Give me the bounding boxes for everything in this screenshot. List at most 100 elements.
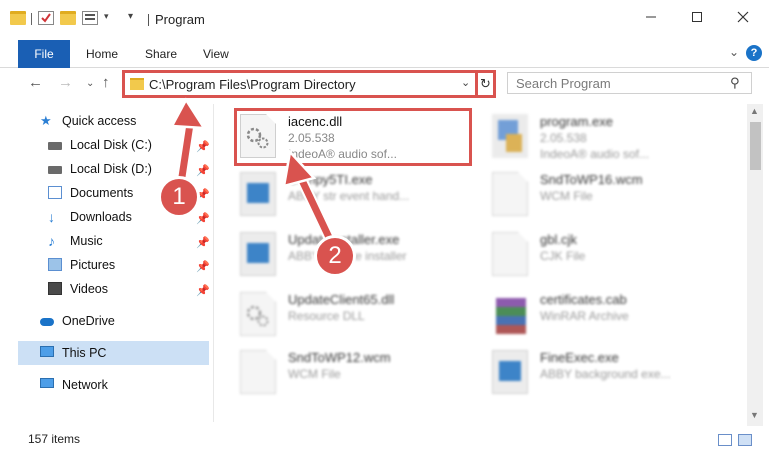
folder-icon	[10, 11, 26, 25]
doc-icon	[492, 172, 528, 216]
drive-icon	[48, 142, 62, 150]
pin-icon[interactable]: 📌	[196, 236, 210, 249]
chevron-down-icon[interactable]: ▾	[128, 11, 133, 22]
sidebar-item-label: Videos	[70, 282, 108, 296]
file-item[interactable]: UpdateInstaller.exe ABBY Update installe…	[240, 228, 490, 286]
pin-icon[interactable]: 📌	[196, 140, 210, 153]
sidebar-item-videos[interactable]: Videos	[48, 278, 210, 300]
file-item[interactable]: gbl.cjk CJK File	[492, 228, 742, 286]
app-icon	[240, 232, 276, 276]
divider	[475, 73, 478, 95]
pin-icon[interactable]: 📌	[196, 260, 210, 273]
maximize-button[interactable]	[674, 0, 720, 34]
vertical-scrollbar[interactable]: ▲ ▼	[747, 104, 763, 426]
sidebar-item-music[interactable]: ♪ Music	[48, 230, 210, 252]
computer-icon	[40, 346, 54, 357]
doc-icon	[240, 350, 276, 394]
file-name: SndToWP16.wcm	[540, 172, 643, 187]
customize-icon[interactable]	[82, 11, 98, 25]
file-item[interactable]: UpdateClient65.dll Resource DLL	[240, 288, 490, 346]
file-type: CJK File	[540, 249, 586, 263]
file-type: WCM File	[288, 367, 341, 381]
tab-home[interactable]: Home	[86, 40, 118, 68]
quick-access-dropdown-icon[interactable]: ▾	[104, 11, 109, 22]
file-item[interactable]: Compy5TI.exe ABBY str event hand...	[240, 168, 490, 226]
file-type: Resource DLL	[288, 309, 365, 323]
scrollbar-thumb[interactable]	[750, 122, 761, 170]
details-view-icon[interactable]	[718, 434, 732, 446]
app-icon	[240, 172, 276, 216]
item-count: 157 items	[28, 432, 81, 446]
pin-icon[interactable]: 📌	[196, 212, 210, 225]
sidebar-item-this-pc[interactable]: This PC	[40, 342, 210, 364]
file-name: Compy5TI.exe	[288, 172, 373, 187]
help-icon[interactable]: ?	[746, 45, 762, 61]
minimize-button[interactable]	[628, 0, 674, 34]
sidebar-item-label: Network	[62, 378, 108, 392]
search-icon[interactable]: ⚲	[730, 75, 740, 91]
new-folder-icon[interactable]	[60, 11, 76, 25]
divider	[148, 14, 149, 26]
pictures-icon	[48, 258, 62, 271]
sidebar-item-pictures[interactable]: Pictures	[48, 254, 210, 276]
tab-file[interactable]: File	[18, 40, 70, 68]
close-button[interactable]	[720, 0, 766, 34]
expand-ribbon-icon[interactable]: ⌄	[729, 45, 739, 59]
highlight-box	[234, 108, 472, 166]
file-description: ABBY background exe...	[540, 367, 671, 381]
doc-icon	[240, 292, 276, 336]
sidebar-item-label: Local Disk (C:)	[70, 138, 152, 152]
step-badge-1: 1	[158, 176, 200, 218]
file-item[interactable]: SndToWP16.wcm WCM File	[492, 168, 742, 226]
file-name: certificates.cab	[540, 292, 627, 307]
chevron-down-icon[interactable]: ⌄	[461, 76, 470, 89]
tab-share[interactable]: Share	[145, 40, 177, 68]
file-description: IndeoA® audio sof...	[540, 147, 649, 161]
sidebar-item-label: Music	[70, 234, 103, 248]
sidebar-item-label: OneDrive	[62, 314, 115, 328]
large-icons-view-icon[interactable]	[738, 434, 752, 446]
properties-icon[interactable]	[38, 11, 54, 25]
back-button[interactable]: ←	[28, 74, 43, 91]
folder-icon	[130, 78, 144, 90]
address-bar[interactable]: C:\Program Files\Program Directory ⌄ ↻	[122, 70, 496, 98]
download-icon: ↓	[48, 209, 55, 225]
scroll-down-icon[interactable]: ▼	[750, 410, 759, 420]
status-bar: 157 items	[0, 426, 769, 454]
tab-view[interactable]: View	[203, 40, 229, 68]
videos-icon	[48, 282, 62, 295]
sidebar-item-label: Documents	[70, 186, 134, 200]
sidebar-item-local-disk-c[interactable]: Local Disk (C:)	[48, 134, 210, 156]
file-name: SndToWP12.wcm	[288, 350, 391, 365]
cloud-icon	[40, 318, 54, 326]
search-box[interactable]: ⚲	[507, 72, 752, 94]
file-name: gbl.cjk	[540, 232, 577, 247]
file-item[interactable]: certificates.cab WinRAR Archive	[492, 288, 742, 346]
up-button[interactable]: ↑	[102, 74, 110, 91]
recent-locations-icon[interactable]: ⌄	[86, 78, 94, 89]
scroll-up-icon[interactable]: ▲	[750, 106, 759, 116]
file-item[interactable]: program.exe 2.05.538 IndeoA® audio sof..…	[492, 110, 742, 168]
file-name: program.exe	[540, 114, 613, 129]
sidebar-item-label: Pictures	[70, 258, 116, 272]
sidebar-item-onedrive[interactable]: OneDrive	[40, 310, 210, 332]
sidebar-item-network[interactable]: Network	[40, 374, 210, 396]
forward-button[interactable]: →	[58, 74, 73, 91]
file-name: UpdateClient65.dll	[288, 292, 395, 307]
app-icon	[492, 350, 528, 394]
doc-icon	[492, 232, 528, 276]
file-description: ABBY str event hand...	[288, 189, 410, 203]
documents-icon	[48, 186, 62, 199]
window-title: Program	[155, 12, 205, 27]
file-item[interactable]: SndToWP12.wcm WCM File	[240, 346, 490, 404]
search-input[interactable]	[508, 73, 723, 93]
ribbon: File Home Share View ⌄ ?	[0, 40, 769, 68]
refresh-icon[interactable]: ↻	[480, 76, 491, 92]
sidebar-item-quick-access[interactable]: ★ Quick access	[40, 110, 210, 132]
address-path[interactable]: C:\Program Files\Program Directory	[149, 77, 356, 92]
pin-icon[interactable]: 📌	[196, 284, 210, 297]
drive-icon	[48, 166, 62, 174]
file-item[interactable]: FineExec.exe ABBY background exe...	[492, 346, 742, 404]
file-type: WinRAR Archive	[540, 309, 629, 323]
pin-icon[interactable]: 📌	[196, 164, 210, 177]
